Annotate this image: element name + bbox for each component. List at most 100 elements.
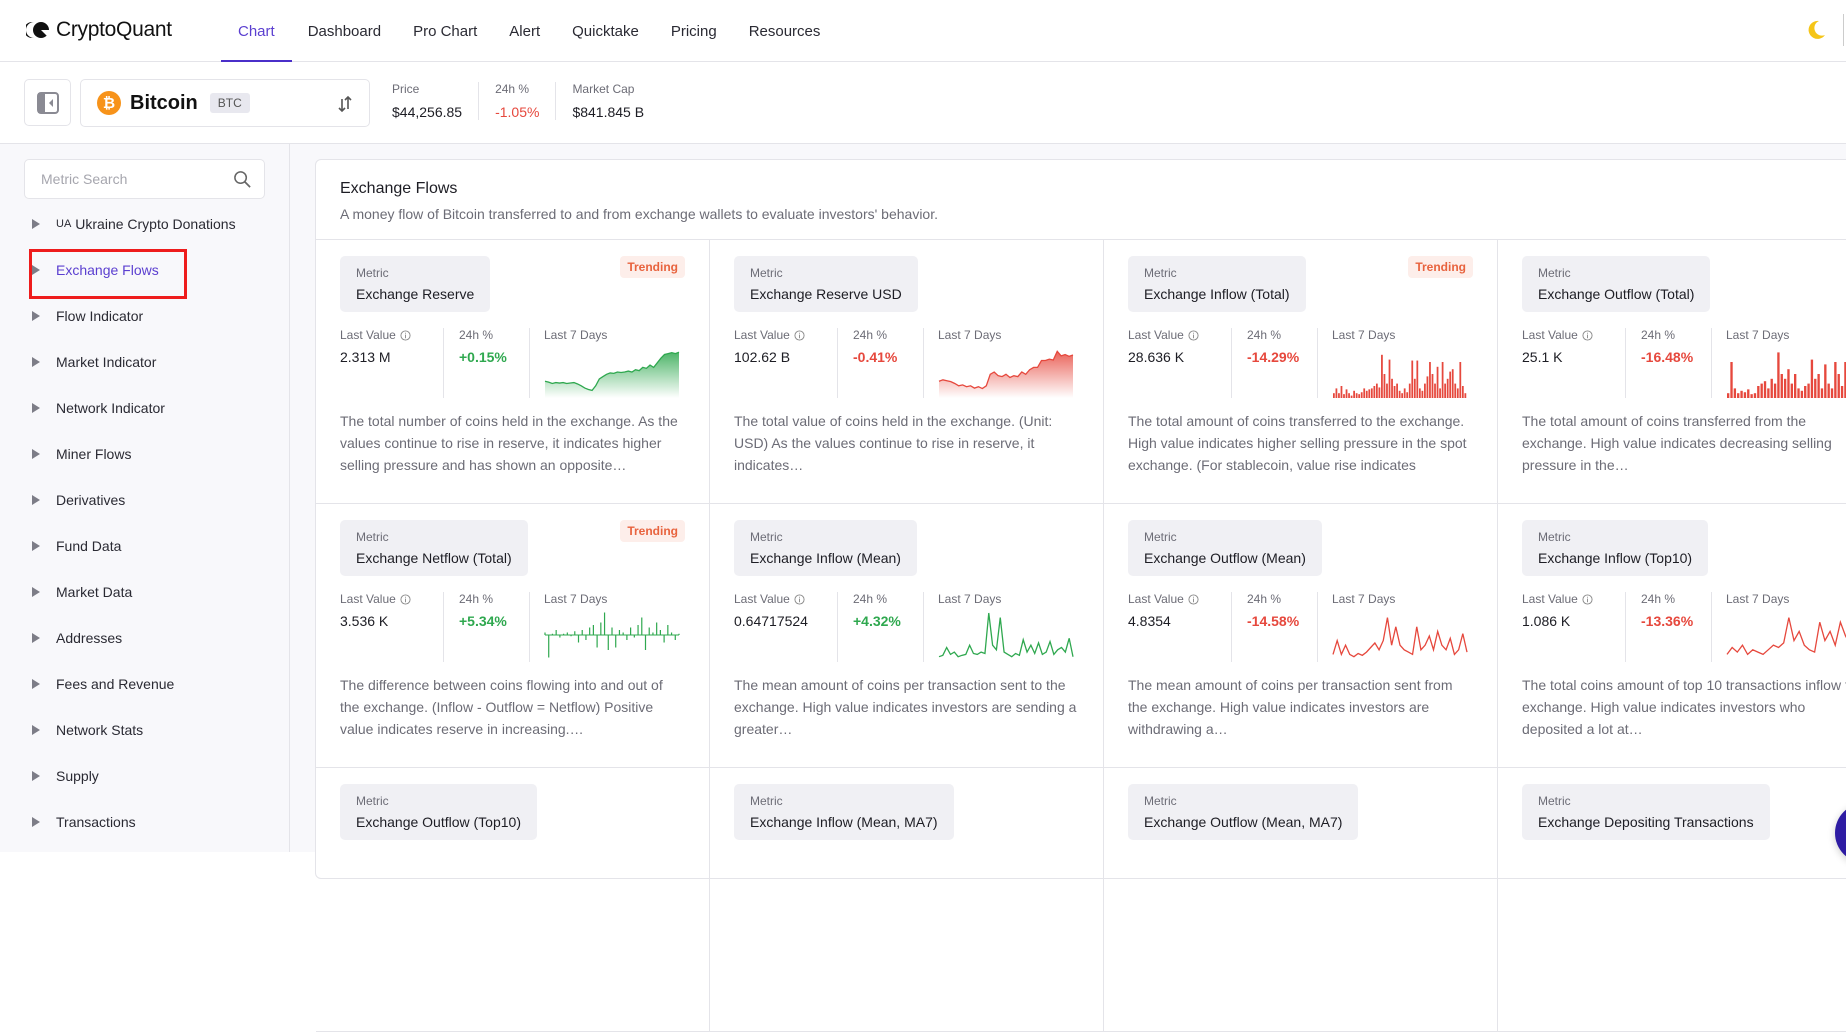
sidebar-item-supply[interactable]: Supply (0, 753, 290, 799)
last-7-days-label: Last 7 Days (1726, 592, 1790, 606)
spark-line (1726, 617, 1846, 656)
nav-pricing[interactable]: Pricing (655, 0, 733, 62)
spark-bar (1403, 388, 1406, 398)
spark-bar (1834, 362, 1837, 398)
nav-pro-chart[interactable]: Pro Chart (397, 0, 493, 62)
expand-arrow-icon[interactable] (32, 541, 40, 551)
cryptoquant-logo-icon (26, 21, 50, 39)
nav-dashboard[interactable]: Dashboard (292, 0, 397, 62)
metric-card[interactable]: Metric Exchange Netflow (Total) Trending La… (316, 504, 710, 768)
sidebar-item-network-indicator[interactable]: Network Indicator (0, 385, 290, 431)
last-7-days-column: Last 7 Days (530, 592, 685, 662)
info-icon[interactable] (794, 329, 805, 341)
sidebar-item-label: Derivatives (56, 492, 126, 508)
metric-card[interactable]: Metric Exchange Outflow (Top10) (316, 768, 710, 1032)
nav-quicktake[interactable]: Quicktake (556, 0, 655, 62)
metric-card[interactable]: Metric Exchange Inflow (Total) Trending Las… (1104, 240, 1498, 504)
metric-card[interactable]: Metric Exchange Outflow (Total) Last Value… (1498, 240, 1846, 504)
expand-arrow-icon[interactable] (32, 771, 40, 781)
metric-card[interactable]: Metric Exchange Outflow (Mean) Last Value 4… (1104, 504, 1498, 768)
sidebar-item-market-data[interactable]: Market Data (0, 569, 290, 615)
spark-bar (1827, 383, 1830, 398)
info-icon[interactable] (1582, 329, 1593, 341)
sidebar-item-flow-indicator[interactable]: Flow Indicator (0, 293, 290, 339)
metric-label: Metric (750, 530, 783, 544)
expand-arrow-icon[interactable] (32, 633, 40, 643)
sidebar-item-fund-data[interactable]: Fund Data (0, 523, 290, 569)
nav-resources[interactable]: Resources (733, 0, 837, 62)
expand-arrow-icon[interactable] (32, 219, 40, 229)
metric-search[interactable] (24, 159, 265, 199)
metric-card[interactable]: Metric Exchange Inflow (Mean) Last Value 0.… (710, 504, 1104, 768)
last-value-label: Last Value (1522, 328, 1578, 342)
metric-name: Exchange Inflow (Total) (1144, 286, 1290, 302)
sidebar-item-transactions[interactable]: Transactions (0, 799, 290, 845)
asset-stat-label: Market Cap (572, 82, 635, 96)
metric-card[interactable]: Metric Exchange Depositing Transactions (1498, 768, 1846, 1032)
expand-arrow-icon[interactable] (32, 357, 40, 367)
expand-arrow-icon[interactable] (32, 449, 40, 459)
sidebar-item-fees-and-revenue[interactable]: Fees and Revenue (0, 661, 290, 707)
expand-arrow-icon[interactable] (32, 495, 40, 505)
swap-arrows-icon[interactable] (335, 93, 355, 115)
metric-description: The difference between coins flowing int… (340, 677, 663, 737)
moon-icon[interactable] (1804, 18, 1828, 42)
sidebar-item-network-stats[interactable]: Network Stats (0, 707, 290, 753)
spark-bar (1439, 388, 1441, 398)
expand-arrow-icon[interactable] (32, 403, 40, 413)
info-icon[interactable] (1582, 593, 1593, 605)
metric-card[interactable]: Metric Exchange Inflow (Mean, MA7) (710, 768, 1104, 1032)
sidebar-item-derivatives[interactable]: Derivatives (0, 477, 290, 523)
last-7-days-column: Last 7 Days (1712, 328, 1846, 398)
nav-chart[interactable]: Chart (221, 0, 292, 63)
spark-bar (1386, 383, 1388, 398)
asset-name: Bitcoin (130, 91, 198, 114)
sparkline-chart (1333, 354, 1467, 398)
spark-bar (1370, 388, 1373, 398)
sidebar-item-miner-flows[interactable]: Miner Flows (0, 431, 290, 477)
search-icon[interactable] (233, 170, 252, 189)
spark-bar (1750, 394, 1753, 398)
sidebar-item-addresses[interactable]: Addresses (0, 615, 290, 661)
spark-bar (1411, 360, 1414, 398)
pct-24h-value: -16.48% (1641, 349, 1694, 365)
metric-name-box: Metric Exchange Depositing Transactions (1522, 784, 1770, 840)
info-icon[interactable] (1188, 593, 1199, 605)
pct-24h-label: 24h % (1641, 592, 1676, 606)
asset-selector[interactable]: ₿ Bitcoin BTC (80, 79, 370, 127)
sidebar-item-label: Exchange Flows (56, 262, 159, 278)
pct-24h-column: 24h % -14.58% (1232, 592, 1318, 662)
sidebar-item-market-indicator[interactable]: Market Indicator (0, 339, 290, 385)
info-icon[interactable] (1188, 329, 1199, 341)
sparkline-chart (544, 351, 680, 398)
expand-arrow-icon[interactable] (32, 311, 40, 321)
last-value-column: Last Value 4.8354 (1128, 592, 1232, 662)
spark-bar (1787, 369, 1790, 398)
last-value-label: Last Value (734, 592, 790, 606)
sidebar-item-ukraine-crypto-donations[interactable]: UA Ukraine Crypto Donations (0, 201, 290, 247)
info-icon[interactable] (400, 329, 411, 341)
last-value-column: Last Value 28.636 K (1128, 328, 1232, 398)
sidebar-toggle-button[interactable] (24, 79, 71, 126)
metric-card[interactable]: Metric Exchange Inflow (Top10) Last Value 1… (1498, 504, 1846, 768)
expand-arrow-icon[interactable] (32, 679, 40, 689)
expand-arrow-icon[interactable] (32, 817, 40, 827)
expand-arrow-icon[interactable] (32, 265, 40, 275)
metric-card[interactable]: Metric Exchange Outflow (Mean, MA7) (1104, 768, 1498, 1032)
last-value: 2.313 M (340, 349, 391, 365)
sidebar-item-exchange-flows[interactable]: Exchange Flows (0, 247, 290, 299)
logo[interactable]: CryptoQuant (26, 18, 172, 42)
spark-bar (1760, 383, 1763, 398)
metric-card[interactable]: Metric Exchange Reserve USD Last Value 102.… (710, 240, 1104, 504)
expand-arrow-icon[interactable] (32, 725, 40, 735)
spark-bar (1814, 378, 1817, 398)
pct-24h-column: 24h % -0.41% (838, 328, 924, 398)
expand-arrow-icon[interactable] (32, 587, 40, 597)
info-icon[interactable] (400, 593, 411, 605)
metric-search-input[interactable] (25, 160, 225, 198)
info-icon[interactable] (794, 593, 805, 605)
spark-bar (1393, 386, 1396, 398)
metric-card[interactable]: Metric Exchange Reserve Trending Last Value… (316, 240, 710, 504)
metric-name: Exchange Outflow (Mean, MA7) (1144, 814, 1343, 830)
nav-alert[interactable]: Alert (493, 0, 556, 62)
